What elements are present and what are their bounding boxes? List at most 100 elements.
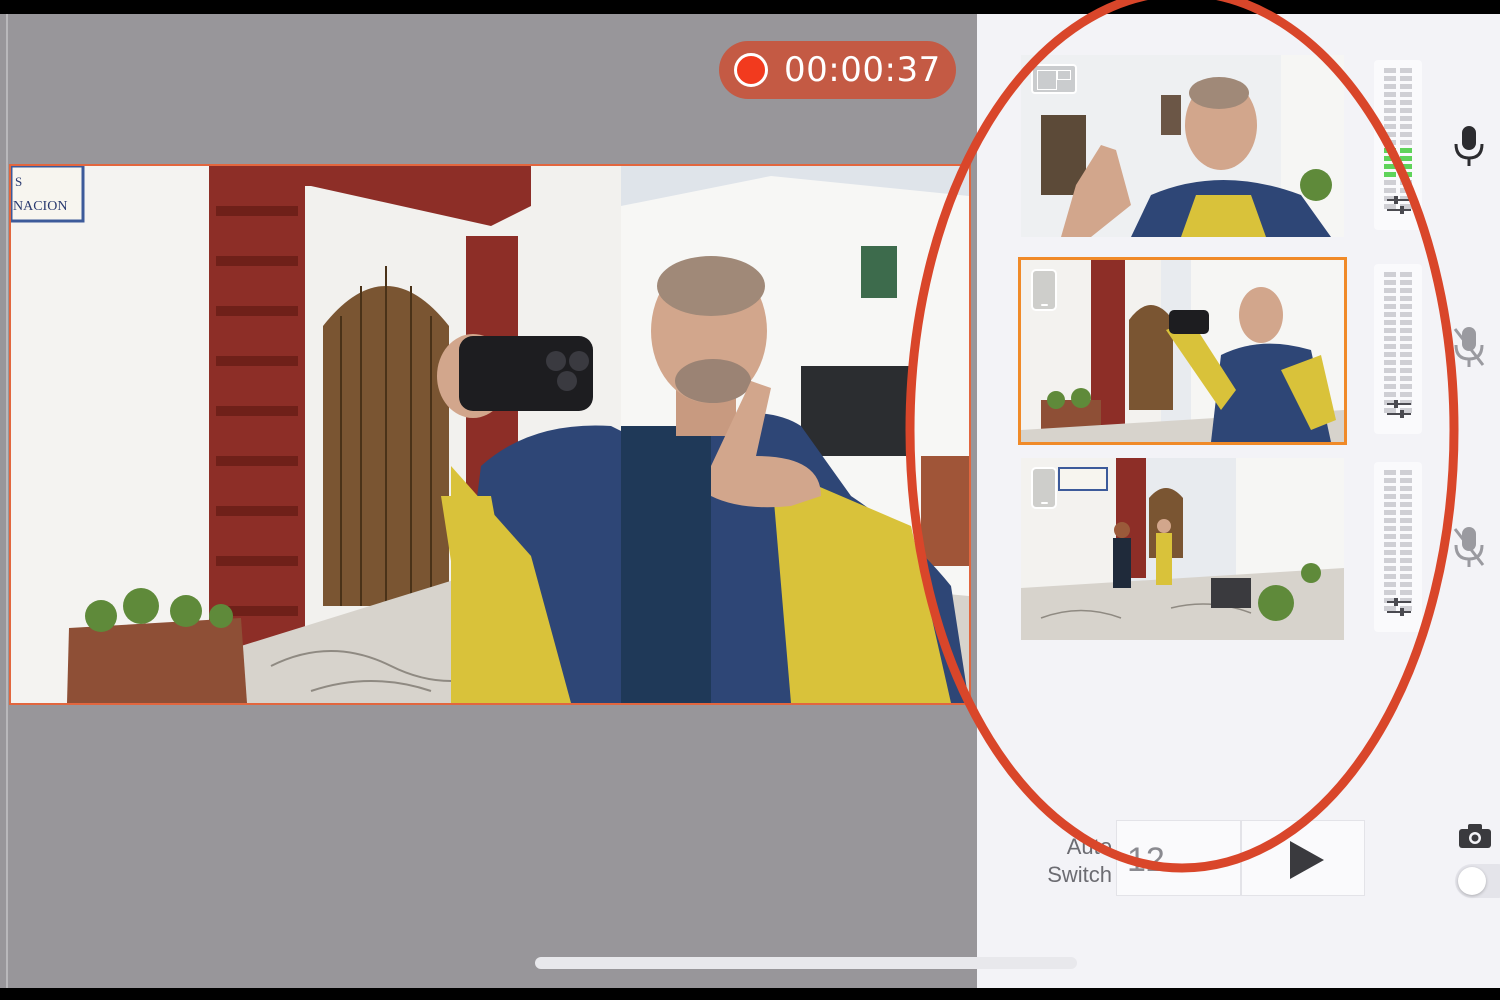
meter-segment <box>1384 296 1396 301</box>
meter-segment <box>1400 352 1412 357</box>
meter-segment <box>1384 124 1396 129</box>
camera-thumbnail-selected[interactable] <box>1018 257 1347 445</box>
meter-row <box>1384 542 1412 547</box>
meter-segment <box>1400 510 1412 515</box>
meter-row <box>1384 534 1412 539</box>
meter-segment <box>1384 336 1396 341</box>
meter-segment <box>1400 542 1412 547</box>
meter-row <box>1384 478 1412 483</box>
meter-segment <box>1384 384 1396 389</box>
meter-row <box>1384 384 1412 389</box>
meter-row <box>1384 172 1412 177</box>
sliders-icon[interactable] <box>1386 396 1412 422</box>
meter-segment <box>1384 478 1396 483</box>
meter-segment <box>1384 132 1396 137</box>
meter-segment <box>1400 368 1412 373</box>
meter-segment <box>1384 108 1396 113</box>
meter-segment <box>1384 526 1396 531</box>
audio-meter <box>1374 60 1422 230</box>
meter-segment <box>1384 312 1396 317</box>
auto-switch-interval[interactable]: 12 <box>1116 820 1241 896</box>
meter-segment <box>1400 376 1412 381</box>
meter-segment <box>1400 172 1412 177</box>
meter-segment <box>1400 272 1412 277</box>
meter-segment <box>1400 148 1412 153</box>
meter-segment <box>1400 574 1412 579</box>
snapshot-toggle[interactable] <box>1455 864 1500 898</box>
mic-muted-icon[interactable] <box>1452 525 1486 569</box>
meter-row <box>1384 336 1412 341</box>
meter-row <box>1384 486 1412 491</box>
meter-segment <box>1400 132 1412 137</box>
phone-icon <box>1031 269 1057 311</box>
live-feed-image: S NACION <box>11 166 969 703</box>
meter-segment <box>1384 92 1396 97</box>
meter-segment <box>1384 328 1396 333</box>
play-icon <box>1290 841 1324 879</box>
meter-segment <box>1384 470 1396 475</box>
mic-on-icon[interactable] <box>1452 124 1486 168</box>
audio-meter <box>1374 462 1422 632</box>
meter-segment <box>1400 156 1412 161</box>
meter-segment <box>1400 550 1412 555</box>
meter-segment <box>1384 518 1396 523</box>
meter-segment <box>1400 534 1412 539</box>
meter-row <box>1384 296 1412 301</box>
meter-segment <box>1400 84 1412 89</box>
meter-segment <box>1384 558 1396 563</box>
meter-segment <box>1384 566 1396 571</box>
meter-row <box>1384 100 1412 105</box>
meter-segment <box>1384 76 1396 81</box>
meter-row <box>1384 92 1412 97</box>
program-preview[interactable]: S NACION <box>9 164 971 705</box>
camera-thumbnail[interactable] <box>1021 458 1344 640</box>
meter-segment <box>1400 312 1412 317</box>
meter-segment <box>1400 384 1412 389</box>
meter-segment <box>1400 100 1412 105</box>
recording-indicator[interactable]: 00:00:37 <box>719 41 956 99</box>
audio-meter <box>1374 264 1422 434</box>
meter-segment <box>1384 272 1396 277</box>
meter-row <box>1384 280 1412 285</box>
meter-segment <box>1400 68 1412 73</box>
meter-row <box>1384 272 1412 277</box>
meter-row <box>1384 148 1412 153</box>
play-button[interactable] <box>1241 820 1365 896</box>
meter-segment <box>1400 336 1412 341</box>
status-bar <box>0 0 1500 14</box>
meter-segment <box>1384 534 1396 539</box>
meter-segment <box>1384 502 1396 507</box>
meter-segment <box>1384 84 1396 89</box>
phone-icon <box>1031 467 1057 509</box>
meter-segment <box>1400 320 1412 325</box>
meter-row <box>1384 180 1412 185</box>
record-icon <box>734 53 768 87</box>
meter-row <box>1384 140 1412 145</box>
meter-segment <box>1384 304 1396 309</box>
meter-segment <box>1400 526 1412 531</box>
camera-icon[interactable] <box>1458 823 1492 849</box>
meter-row <box>1384 352 1412 357</box>
camera-thumbnail[interactable] <box>1021 55 1344 237</box>
meter-segment <box>1400 582 1412 587</box>
home-indicator[interactable] <box>535 957 1077 969</box>
sliders-icon[interactable] <box>1386 192 1412 218</box>
meter-segment <box>1400 164 1412 169</box>
meter-segment <box>1400 486 1412 491</box>
picture-in-picture-icon <box>1031 64 1077 94</box>
meter-row <box>1384 76 1412 81</box>
meter-segment <box>1400 76 1412 81</box>
meter-segment <box>1400 502 1412 507</box>
meter-row <box>1384 574 1412 579</box>
meter-segment <box>1400 140 1412 145</box>
sign-text: S <box>15 174 22 189</box>
sliders-icon[interactable] <box>1386 594 1412 620</box>
mic-muted-icon[interactable] <box>1452 325 1486 369</box>
divider <box>6 14 8 988</box>
meter-row <box>1384 582 1412 587</box>
meter-segment <box>1384 352 1396 357</box>
meter-row <box>1384 328 1412 333</box>
meter-segment <box>1384 494 1396 499</box>
meter-segment <box>1400 180 1412 185</box>
meter-segment <box>1384 510 1396 515</box>
